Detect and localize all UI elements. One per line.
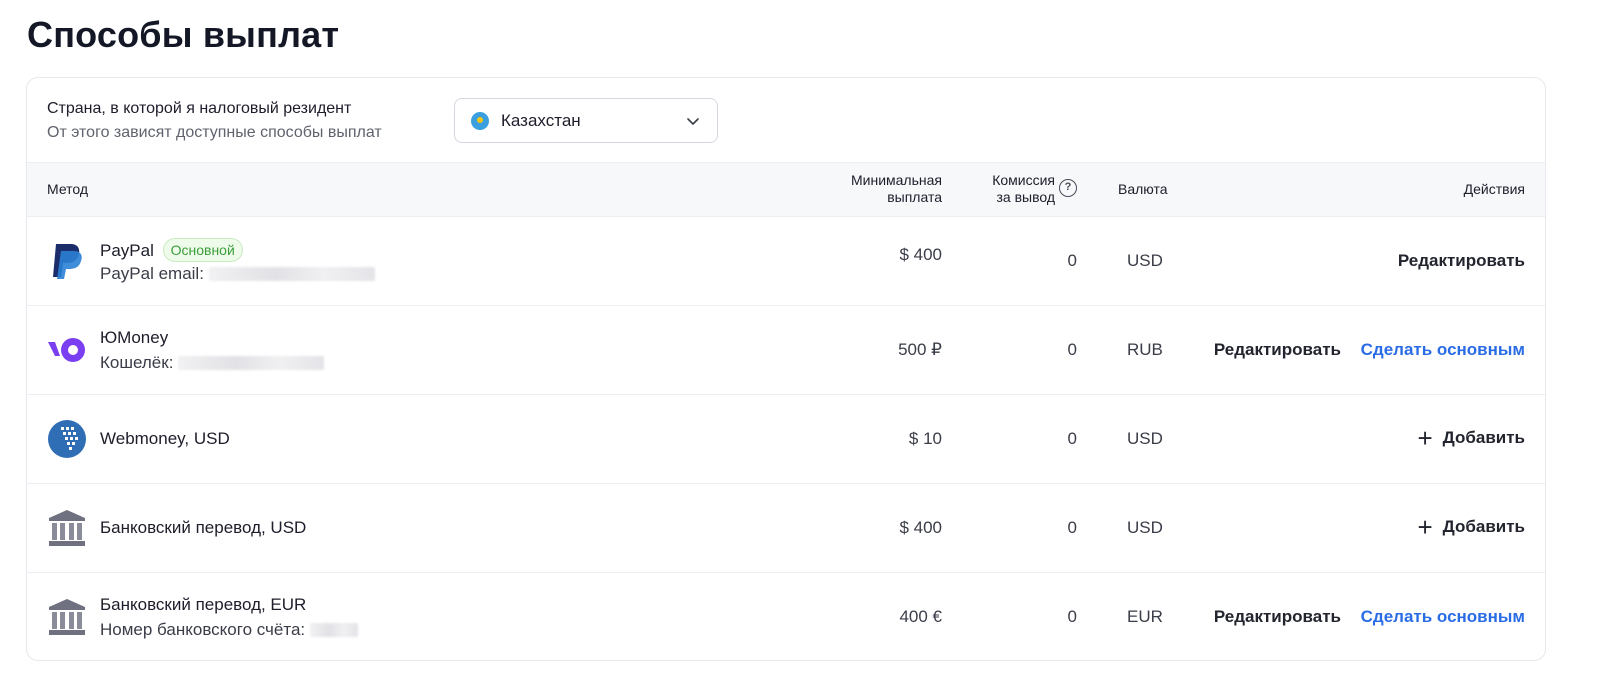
currency-value: EUR [1127,607,1163,626]
redacted-value [309,623,358,637]
min-payout-value: 400 € [899,607,942,626]
table-row-paypal: PayPal Основной PayPal email: $ 400 0 US… [27,217,1545,306]
min-payout-value: $ 400 [899,245,942,264]
bank-icon [49,599,85,635]
paypal-icon [53,244,82,279]
make-main-button[interactable]: Сделать основным [1361,607,1525,627]
chevron-down-icon [687,117,699,125]
currency-value: USD [1127,251,1163,270]
method-detail: Кошелёк: [100,353,325,373]
plus-icon: + [1417,512,1433,542]
make-main-button[interactable]: Сделать основным [1361,340,1525,360]
edit-button[interactable]: Редактировать [1214,340,1341,360]
tax-country-subtitle: От этого зависят доступные способы выпла… [47,124,382,141]
method-name: PayPal [100,241,154,260]
column-currency: Валюта [1118,181,1168,197]
method-name: Банковский перевод, EUR [100,595,307,614]
redacted-value [178,356,325,370]
column-fee: Комиссия за вывод [980,172,1055,206]
method-name: Банковский перевод, USD [100,518,307,537]
column-fee-line2: за вывод [996,189,1055,205]
table-row-webmoney: Webmoney, USD $ 10 0 USD + Добавить [27,395,1545,484]
column-min-payout-line1: Минимальная [850,172,942,188]
method-name: Webmoney, USD [100,429,230,448]
add-method-button[interactable]: + Добавить [1417,423,1525,453]
column-fee-line1: Комиссия [992,172,1055,188]
method-detail: PayPal email: [100,264,375,284]
currency-value: USD [1127,518,1163,537]
page-title: Способы выплат [27,14,340,55]
add-label: Добавить [1442,517,1525,536]
help-icon[interactable]: ? [1059,179,1077,197]
redacted-value [208,267,375,281]
tax-country-info: Страна, в которой я налоговый резидент О… [47,98,382,144]
kazakhstan-flag-icon [471,111,489,130]
method-detail-label: Номер банковского счёта: [100,620,306,639]
plus-icon: + [1417,423,1433,453]
table-header: Метод Минимальная выплата Комиссия за вы… [27,162,1545,217]
table-row-bank-usd: Банковский перевод, USD $ 400 0 USD + До… [27,484,1545,573]
column-min-payout-line2: выплата [887,189,942,205]
method-detail-label: Кошелёк: [100,353,174,372]
webmoney-icon [48,420,86,458]
column-actions: Действия [1463,181,1525,197]
min-payout-value: 500 ₽ [898,340,942,359]
add-label: Добавить [1442,428,1525,447]
method-name: ЮMoney [100,328,169,347]
currency-value: USD [1127,429,1163,448]
table-row-bank-eur: Банковский перевод, EUR Номер банковског… [27,573,1545,660]
column-min-payout: Минимальная выплата [851,172,942,206]
fee-value: 0 [1067,607,1077,626]
method-name-row: PayPal Основной [100,238,243,262]
bank-icon [49,510,85,546]
yoomoney-icon [48,338,85,362]
currency-value: RUB [1127,340,1163,359]
country-select-value: Казахстан [501,110,581,130]
table-row-yoomoney: ЮMoney Кошелёк: 500 ₽ 0 RUB Редактироват… [27,306,1545,395]
main-method-badge: Основной [162,238,243,262]
fee-value: 0 [1067,429,1077,448]
column-method: Метод [47,181,89,197]
country-select[interactable]: Казахстан [454,98,718,143]
edit-button[interactable]: Редактировать [1398,251,1525,271]
min-payout-value: $ 400 [899,518,942,537]
tax-country-title: Страна, в которой я налоговый резидент [47,100,352,117]
fee-value: 0 [1067,518,1077,537]
method-detail: Номер банковского счёта: [100,620,358,640]
payout-methods-card: Страна, в которой я налоговый резидент О… [26,77,1546,661]
fee-value: 0 [1067,251,1077,270]
fee-value: 0 [1067,340,1077,359]
add-method-button[interactable]: + Добавить [1417,512,1525,542]
min-payout-value: $ 10 [908,429,942,448]
edit-button[interactable]: Редактировать [1214,607,1341,627]
method-detail-label: PayPal email: [100,264,204,283]
